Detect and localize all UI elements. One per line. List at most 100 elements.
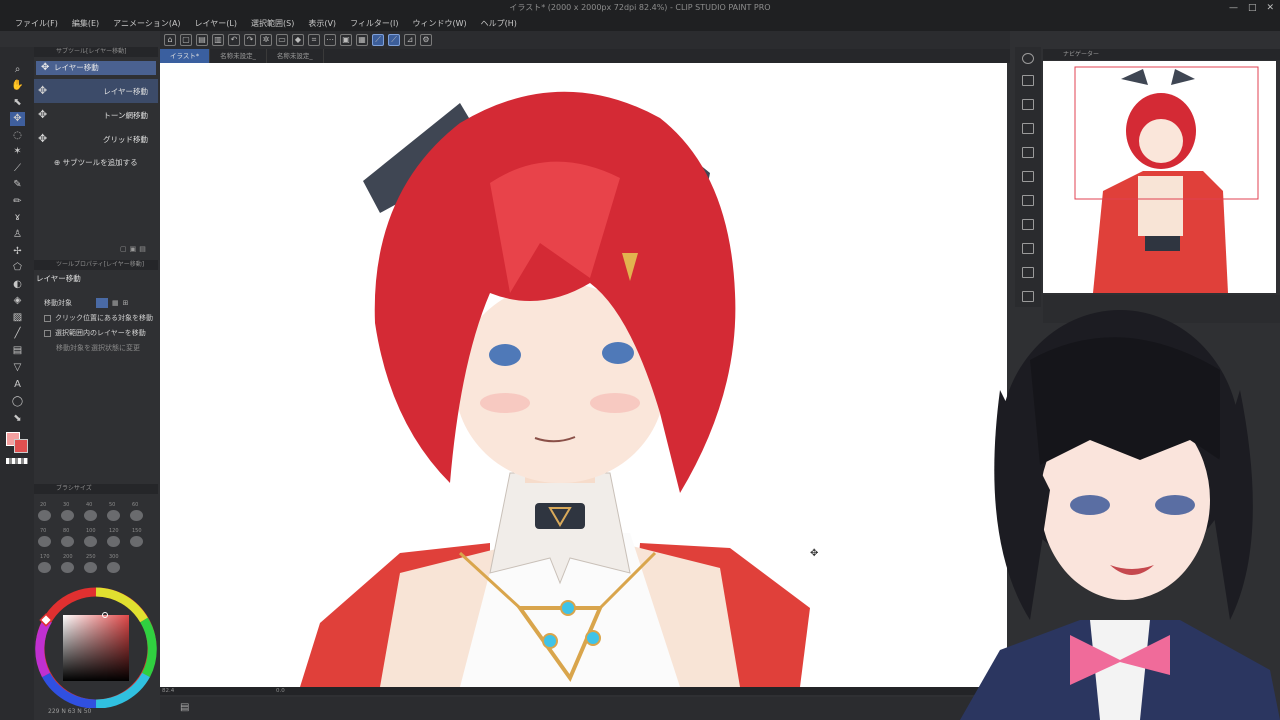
menu-selection[interactable]: 選択範囲(S) <box>244 16 301 31</box>
brush-size-preset[interactable] <box>84 562 97 573</box>
sub-color-swatch[interactable] <box>14 439 28 453</box>
subtool-group-tab[interactable]: ✥ レイヤー移動 <box>36 61 156 75</box>
rotation-value[interactable]: 0.0 <box>276 688 285 694</box>
zoom-value[interactable]: 82.4 <box>162 688 174 694</box>
redo-icon[interactable]: ↷ <box>244 34 256 46</box>
tab-document-3[interactable]: 名称未設定_ <box>267 49 324 63</box>
material-icon[interactable]: ⚙ <box>420 34 432 46</box>
color-wheel[interactable] <box>34 580 158 709</box>
invert-icon[interactable]: ▣ <box>340 34 352 46</box>
transparent-color-swatch[interactable] <box>6 458 28 464</box>
menu-edit[interactable]: 編集(E) <box>65 16 106 31</box>
eyedropper-icon[interactable]: ⟋ <box>10 162 25 176</box>
target-layer-toggle[interactable] <box>96 298 108 308</box>
panel-icon[interactable] <box>1022 99 1034 110</box>
home-icon[interactable]: ⌂ <box>164 34 176 46</box>
brush-size-preset[interactable] <box>61 510 74 521</box>
target-tone-toggle[interactable]: ▦ <box>112 299 119 307</box>
brush-size-preset[interactable] <box>38 536 51 547</box>
save-icon[interactable]: ▥ <box>212 34 224 46</box>
pencil-icon[interactable]: ✏ <box>10 195 25 209</box>
panel-icon[interactable] <box>1022 171 1034 182</box>
airbrush-icon[interactable]: ♙ <box>10 228 25 242</box>
auto-select-icon[interactable]: ✶ <box>10 145 25 159</box>
brush-icon[interactable]: ɤ <box>10 211 25 225</box>
minimize-button[interactable]: — <box>1229 0 1238 16</box>
target-grid-toggle[interactable]: ⊞ <box>123 299 129 307</box>
brush-size-preset[interactable] <box>61 536 74 547</box>
new-file-icon[interactable]: ▢ <box>180 34 192 46</box>
transform-icon[interactable]: ⌗ <box>308 34 320 46</box>
deselect-icon[interactable]: ⋯ <box>324 34 336 46</box>
open-file-icon[interactable]: ▤ <box>196 34 208 46</box>
menu-layer[interactable]: レイヤー(L) <box>188 16 244 31</box>
subtool-item-layer-move[interactable]: ✥ レイヤー移動 <box>34 79 158 103</box>
search-icon[interactable] <box>1022 53 1034 64</box>
option-selection-layers[interactable]: 選択範囲内のレイヤーを移動 <box>34 328 158 338</box>
brush-size-preset[interactable] <box>61 562 74 573</box>
panel-icon[interactable] <box>1022 219 1034 230</box>
panel-icon[interactable] <box>1022 267 1034 278</box>
menu-file[interactable]: ファイル(F) <box>8 16 65 31</box>
subtool-panel-icons[interactable]: ▢▣▤ <box>120 245 149 253</box>
menu-window[interactable]: ウィンドウ(W) <box>406 16 474 31</box>
pen-icon[interactable]: ✎ <box>10 178 25 192</box>
menu-help[interactable]: ヘルプ(H) <box>474 16 524 31</box>
correct-line-icon[interactable]: ⬊ <box>10 412 25 426</box>
text-icon[interactable]: A <box>10 378 25 392</box>
brush-size-preset[interactable] <box>84 510 97 521</box>
balloon-icon[interactable]: ◯ <box>10 395 25 409</box>
panel-icon[interactable] <box>1022 195 1034 206</box>
brush-size-preset[interactable] <box>130 510 143 521</box>
brush-size-preset[interactable] <box>130 536 143 547</box>
frame-icon[interactable]: ▤ <box>10 344 25 358</box>
decoration-icon[interactable]: ✢ <box>10 245 25 259</box>
tab-document-1[interactable]: イラスト* <box>160 49 211 63</box>
ruler-icon[interactable]: ▽ <box>10 361 25 375</box>
brush-size-preset[interactable] <box>107 562 120 573</box>
close-button[interactable]: ✕ <box>1266 0 1274 16</box>
settings-icon[interactable]: ✲ <box>260 34 272 46</box>
hand-icon[interactable]: ✋ <box>10 79 25 93</box>
drawing-canvas[interactable]: ✥ <box>160 63 1007 687</box>
fill-tool-icon[interactable]: ◈ <box>10 294 25 308</box>
crop-icon[interactable]: ▦ <box>356 34 368 46</box>
snap-grid-icon[interactable]: ⊿ <box>404 34 416 46</box>
undo-icon[interactable]: ↶ <box>228 34 240 46</box>
subtool-item-tone-move[interactable]: ✥ トーン網移動 <box>34 103 158 127</box>
panel-icon[interactable] <box>1022 75 1034 86</box>
brush-size-preset[interactable] <box>107 536 120 547</box>
brush-size-preset[interactable] <box>107 510 120 521</box>
menu-view[interactable]: 表示(V) <box>301 16 343 31</box>
move-layer-icon[interactable]: ✥ <box>10 112 25 126</box>
timeline-icon[interactable]: ▤ <box>180 702 189 713</box>
navigator-title[interactable]: ナビゲーター <box>1063 51 1099 58</box>
gradient-icon[interactable]: ▨ <box>10 311 25 325</box>
fill-icon[interactable]: ◆ <box>292 34 304 46</box>
eraser-icon[interactable]: ⬠ <box>10 261 25 275</box>
brush-size-preset[interactable] <box>38 562 51 573</box>
brush-size-preset[interactable] <box>84 536 97 547</box>
menu-filter[interactable]: フィルター(I) <box>343 16 405 31</box>
brush-size-preset[interactable] <box>38 510 51 521</box>
figure-icon[interactable]: ╱ <box>10 327 25 341</box>
operation-icon[interactable]: ⬉ <box>10 96 25 110</box>
panel-icon[interactable] <box>1022 147 1034 158</box>
navigator-preview[interactable] <box>1043 61 1276 293</box>
option-click-position[interactable]: クリック位置にある対象を移動 <box>34 313 158 323</box>
snap-ruler-icon[interactable]: ⟋ <box>372 34 384 46</box>
tab-document-2[interactable]: 名称未設定_ <box>210 49 267 63</box>
checkbox[interactable] <box>44 314 51 322</box>
blend-icon[interactable]: ◐ <box>10 278 25 292</box>
panel-icon[interactable] <box>1022 243 1034 254</box>
close-panel-icon[interactable] <box>1022 123 1034 134</box>
maximize-button[interactable]: □ <box>1248 0 1257 16</box>
menu-animation[interactable]: アニメーション(A) <box>106 16 187 31</box>
subtool-item-grid-move[interactable]: ✥ グリッド移動 <box>34 127 158 151</box>
zoom-icon[interactable]: ⌕ <box>10 63 25 77</box>
snap-special-ruler-icon[interactable]: ⟋ <box>388 34 400 46</box>
add-subtool-button[interactable]: ⊕ サブツールを追加する <box>34 157 158 168</box>
checkbox[interactable] <box>44 329 51 337</box>
lasso-icon[interactable]: ◌ <box>10 129 25 143</box>
clear-icon[interactable]: ▭ <box>276 34 288 46</box>
